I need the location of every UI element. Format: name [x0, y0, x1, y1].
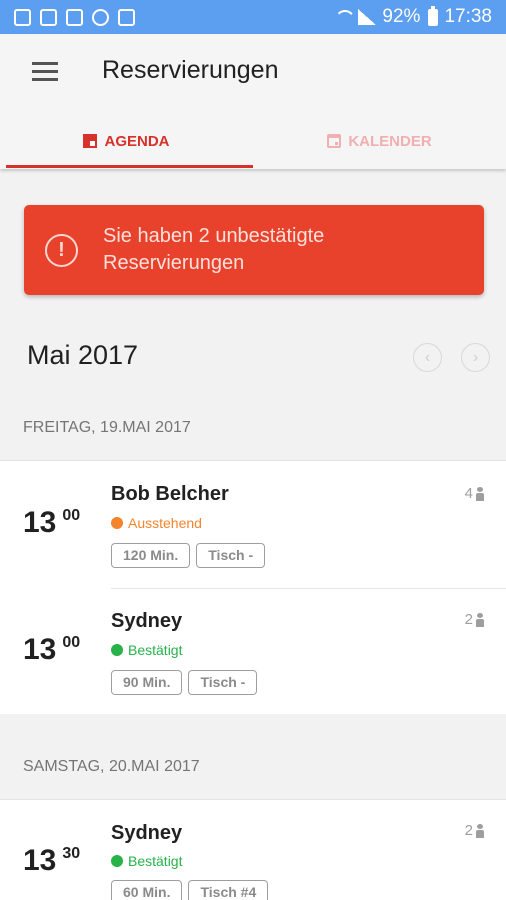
duration-tag: 120 Min.: [111, 543, 191, 568]
person-count: 4: [465, 485, 484, 502]
table-tag: Tisch #4: [188, 880, 269, 900]
page-title: Reservierungen: [102, 56, 279, 84]
person-count-value: 2: [464, 822, 473, 839]
month-title: Mai 2017: [27, 340, 139, 370]
day-header: SAMSTAG, 20.MAI 2017: [23, 758, 200, 775]
sim-icon: [66, 8, 83, 26]
clock: 17:38: [444, 6, 492, 27]
tag-row: 90 Min. Tisch -: [111, 670, 258, 695]
status-badge: Bestätigt: [111, 642, 182, 658]
person-count: 2: [465, 822, 484, 839]
person-count: 2: [465, 611, 484, 628]
guest-name: Sydney: [111, 610, 183, 632]
tab-bar: AGENDA KALENDER: [0, 116, 506, 168]
status-label: Ausstehend: [128, 515, 202, 531]
agenda-icon: [83, 134, 98, 148]
tab-agenda-label: AGENDA: [104, 132, 170, 150]
day-header: FREITAG, 19.MAI 2017: [23, 419, 191, 436]
battery-icon: [428, 5, 439, 26]
tab-kalender[interactable]: KALENDER: [253, 116, 506, 166]
table-tag: Tisch -: [188, 670, 258, 695]
person-icon: [476, 612, 484, 627]
reservation-time: 13 00: [23, 633, 81, 666]
battery-percent: 92%: [382, 6, 421, 27]
reservation-item[interactable]: 13 30 Sydney Bestätigt 60 Min. Tisch #4 2: [0, 800, 506, 900]
chevron-right-icon[interactable]: ›: [461, 343, 490, 372]
unconfirmed-alert[interactable]: ! Sie haben 2 unbestätigte Reservierunge…: [24, 205, 484, 295]
person-icon: [476, 486, 484, 501]
reservation-time: 13 00: [23, 506, 81, 539]
day-card: 13 30 Sydney Bestätigt 60 Min. Tisch #4 2: [0, 799, 506, 900]
tag-row: 60 Min. Tisch #4: [111, 880, 269, 900]
photo-stack-icon: [40, 8, 57, 26]
menu-icon[interactable]: [28, 56, 62, 86]
chevron-left-icon[interactable]: ‹: [413, 343, 442, 372]
guest-name: Bob Belcher: [111, 483, 229, 505]
sync-icon: [92, 8, 109, 26]
table-tag: Tisch -: [196, 543, 266, 568]
duration-tag: 90 Min.: [111, 670, 183, 695]
status-badge: Bestätigt: [111, 853, 182, 869]
notification-icons: [14, 8, 135, 26]
image-icon: [14, 8, 31, 26]
reservation-item[interactable]: 13 00 Sydney Bestätigt 90 Min. Tisch - 2: [0, 589, 506, 715]
wifi-icon: [334, 10, 352, 24]
reservation-time: 13 30: [23, 844, 81, 877]
duration-tag: 60 Min.: [111, 880, 183, 900]
status-bar: 92% 17:38: [0, 0, 506, 34]
tab-kalender-label: KALENDER: [348, 132, 432, 150]
alert-text: Sie haben 2 unbestätigte Reservierungen: [103, 225, 325, 274]
calendar-icon: [327, 134, 342, 148]
reservation-item[interactable]: 13 00 Bob Belcher Ausstehend 120 Min. Tis…: [0, 461, 506, 587]
mail-icon: [118, 8, 135, 26]
tab-agenda[interactable]: AGENDA: [0, 116, 253, 168]
status-badge: Ausstehend: [111, 515, 202, 531]
app-bar: Reservierungen AGENDA KALENDER: [0, 34, 506, 169]
status-label: Bestätigt: [128, 853, 183, 869]
status-dot: [111, 517, 123, 529]
status-dot: [111, 855, 123, 867]
day-card: 13 00 Bob Belcher Ausstehend 120 Min. Tis…: [0, 460, 506, 714]
tag-row: 120 Min. Tisch -: [111, 543, 266, 568]
exclamation-circle-icon: !: [45, 233, 78, 267]
person-count-value: 2: [464, 611, 473, 628]
guest-name: Sydney: [111, 822, 183, 844]
status-dot: [111, 644, 123, 656]
person-count-value: 4: [464, 485, 473, 502]
status-label: Bestätigt: [128, 642, 183, 658]
person-icon: [476, 823, 484, 838]
signal-icon: [358, 9, 377, 25]
